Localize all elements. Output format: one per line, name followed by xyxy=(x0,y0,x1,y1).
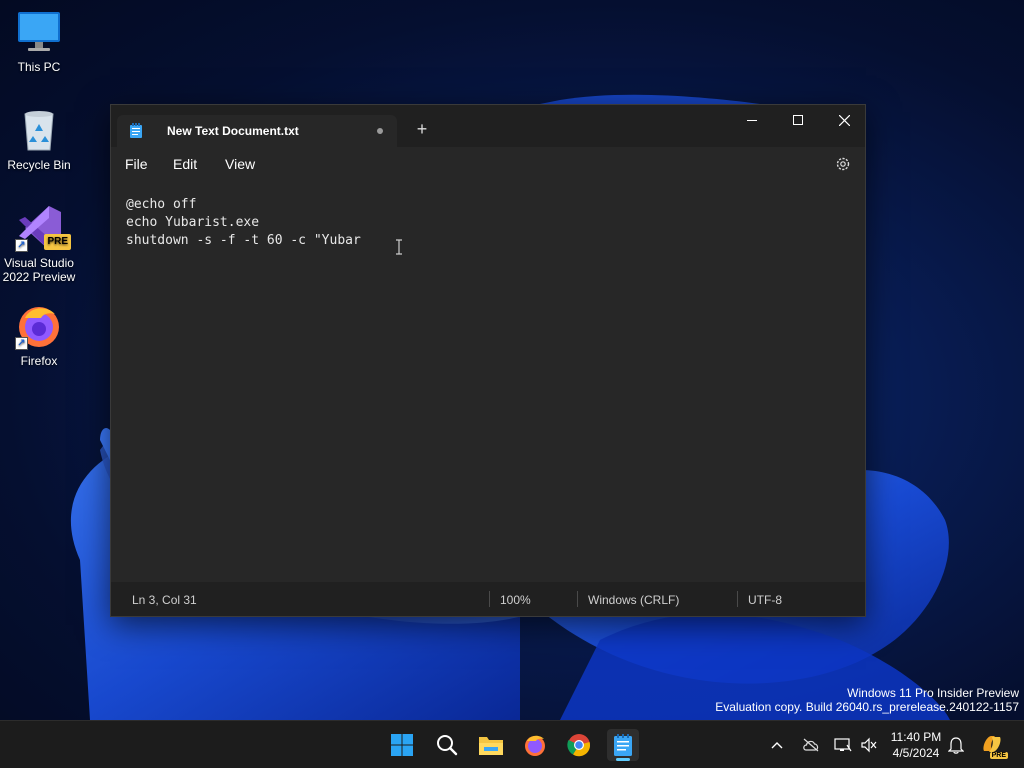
preview-badge: PRE xyxy=(44,234,71,250)
minimize-icon xyxy=(747,120,757,121)
status-bar: Ln 3, Col 31 100% Windows (CRLF) UTF-8 xyxy=(111,582,865,616)
firefox-icon xyxy=(525,735,545,756)
copilot-preview-badge: PRE xyxy=(989,752,1008,759)
firefox-taskbar-button[interactable] xyxy=(519,729,551,761)
cursor-position: Ln 3, Col 31 xyxy=(132,593,197,607)
desktop-icon-label-line1: Visual Studio xyxy=(4,256,74,270)
start-button[interactable] xyxy=(386,729,418,761)
new-tab-button[interactable]: + xyxy=(411,119,433,141)
line-ending[interactable]: Windows (CRLF) xyxy=(588,593,679,607)
copilot-button[interactable]: PRE xyxy=(980,721,1008,768)
network-icon xyxy=(834,738,852,752)
network-button[interactable] xyxy=(834,721,852,768)
file-explorer-button[interactable] xyxy=(475,729,507,761)
notepad-window[interactable]: New Text Document.txt + File Edit View @… xyxy=(110,104,866,617)
notepad-taskbar-button[interactable] xyxy=(607,729,639,761)
notifications-button[interactable] xyxy=(948,721,964,768)
notepad-icon xyxy=(129,123,143,144)
editor-line: echo Yubarist.exe xyxy=(126,215,260,230)
desktop-icon-visual-studio[interactable]: PRE ↗ Visual Studio 2022 Preview xyxy=(0,204,78,284)
tab-title: New Text Document.txt xyxy=(167,124,299,138)
desktop-icon-label: Recycle Bin xyxy=(7,158,71,172)
notepad-icon xyxy=(614,734,632,756)
settings-gear-icon[interactable] xyxy=(835,156,851,177)
maximize-icon xyxy=(793,115,803,125)
volume-muted-icon xyxy=(861,737,877,753)
recycle-bin-icon xyxy=(15,106,63,154)
desktop-icon-label: This PC xyxy=(17,60,61,74)
file-explorer-icon xyxy=(479,737,503,755)
text-editor[interactable]: @echo off echo Yubarist.exe shutdown -s -f… xyxy=(111,181,865,582)
search-icon xyxy=(437,735,458,756)
menu-view[interactable]: View xyxy=(225,156,255,172)
desktop-icon-label: Firefox xyxy=(20,354,58,368)
menu-edit[interactable]: Edit xyxy=(173,156,197,172)
onedrive-button[interactable] xyxy=(802,721,820,768)
status-divider xyxy=(577,591,578,607)
watermark-line1: Windows 11 Pro Insider Preview xyxy=(847,686,1019,700)
status-divider xyxy=(737,591,738,607)
start-icon xyxy=(391,734,413,756)
shortcut-arrow-icon: ↗ xyxy=(15,337,28,350)
visual-studio-icon: PRE ↗ xyxy=(15,204,71,252)
clock-date: 4/5/2024 xyxy=(892,746,940,760)
show-hidden-icons-button[interactable] xyxy=(770,721,784,768)
desktop-icon-this-pc[interactable]: This PC xyxy=(0,8,78,74)
watermark-line2: Evaluation copy. Build 26040.rs_prerelea… xyxy=(715,700,1019,714)
title-bar[interactable]: New Text Document.txt + xyxy=(111,105,865,147)
copilot-icon: PRE xyxy=(980,733,1008,759)
minimize-button[interactable] xyxy=(729,105,775,135)
chrome-icon xyxy=(567,734,591,757)
taskbar: 11:40 PM 4/5/2024 PRE xyxy=(0,720,1024,768)
monitor-icon xyxy=(15,8,63,56)
volume-button[interactable] xyxy=(860,721,878,768)
desktop-icon-firefox[interactable]: ↗ Firefox xyxy=(0,302,78,368)
firefox-icon: ↗ xyxy=(15,302,63,350)
chrome-taskbar-button[interactable] xyxy=(563,729,595,761)
menu-bar: File Edit View xyxy=(111,147,865,181)
menu-file[interactable]: File xyxy=(125,156,148,172)
editor-line: shutdown -s -f -t 60 -c "Yubar xyxy=(126,233,361,248)
tab-document[interactable]: New Text Document.txt xyxy=(117,115,397,147)
unsaved-indicator-icon[interactable] xyxy=(377,128,383,134)
close-icon xyxy=(838,114,850,126)
desktop-icon-label-line2: 2022 Preview xyxy=(2,270,76,284)
shortcut-arrow-icon: ↗ xyxy=(15,239,28,252)
desktop-icon-recycle-bin[interactable]: Recycle Bin xyxy=(0,106,78,172)
maximize-button[interactable] xyxy=(775,105,821,135)
onedrive-icon xyxy=(803,738,819,752)
zoom-level[interactable]: 100% xyxy=(500,593,531,607)
clock[interactable]: 11:40 PM 4/5/2024 xyxy=(884,729,948,761)
active-app-indicator xyxy=(616,758,630,761)
editor-line: @echo off xyxy=(126,197,197,212)
text-cursor-icon xyxy=(396,239,402,255)
search-button[interactable] xyxy=(431,729,463,761)
chevron-up-icon xyxy=(771,742,783,749)
encoding[interactable]: UTF-8 xyxy=(748,593,782,607)
evaluation-watermark: Windows 11 Pro Insider Preview Evaluatio… xyxy=(715,686,1019,714)
notification-bell-icon xyxy=(948,737,964,754)
status-divider xyxy=(489,591,490,607)
close-button[interactable] xyxy=(821,105,867,135)
clock-time: 11:40 PM xyxy=(890,730,942,744)
